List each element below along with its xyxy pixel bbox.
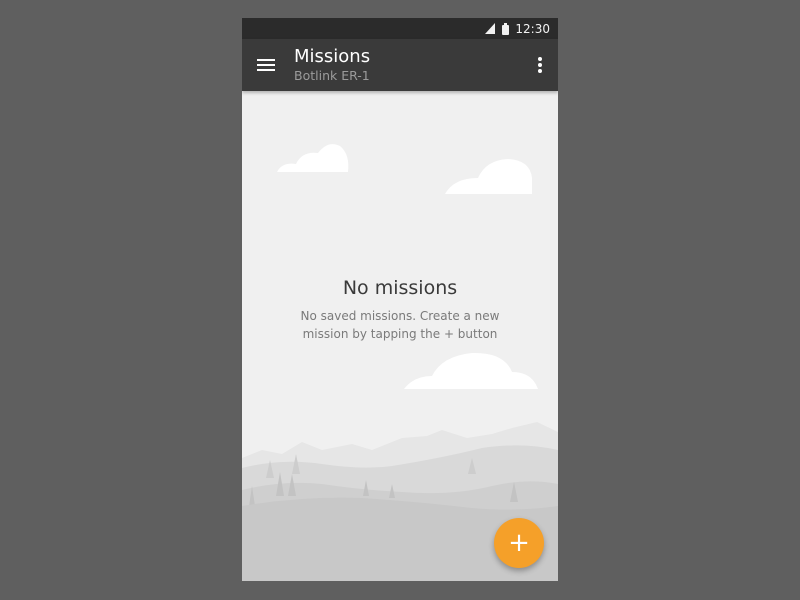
empty-state-title: No missions [342,277,458,299]
toolbar-titles: Missions Botlink ER-1 [294,46,370,84]
add-mission-button[interactable]: + [494,518,544,568]
phone-screen: 12:30 Missions Botlink ER-1 No missions … [242,18,558,581]
menu-icon [257,59,275,71]
page-title: Missions [294,46,371,67]
cloud-icon [404,352,538,389]
add-icon: + [508,528,530,558]
cloud-icon [277,144,349,172]
cloud-icon [445,159,532,194]
menu-button[interactable] [254,53,278,77]
overflow-menu-button[interactable] [532,53,548,77]
signal-icon [485,23,496,34]
page-subtitle: Botlink ER-1 [294,68,370,83]
battery-icon [502,22,510,35]
app-toolbar: Missions Botlink ER-1 [242,39,558,91]
status-time: 12:30 [515,21,550,36]
empty-state: No missions No saved missions. Create a … [242,275,558,343]
status-bar: 12:30 [242,18,558,39]
more-vert-icon [538,57,542,73]
empty-state-message: No saved missions. Create a new mission … [300,309,500,341]
